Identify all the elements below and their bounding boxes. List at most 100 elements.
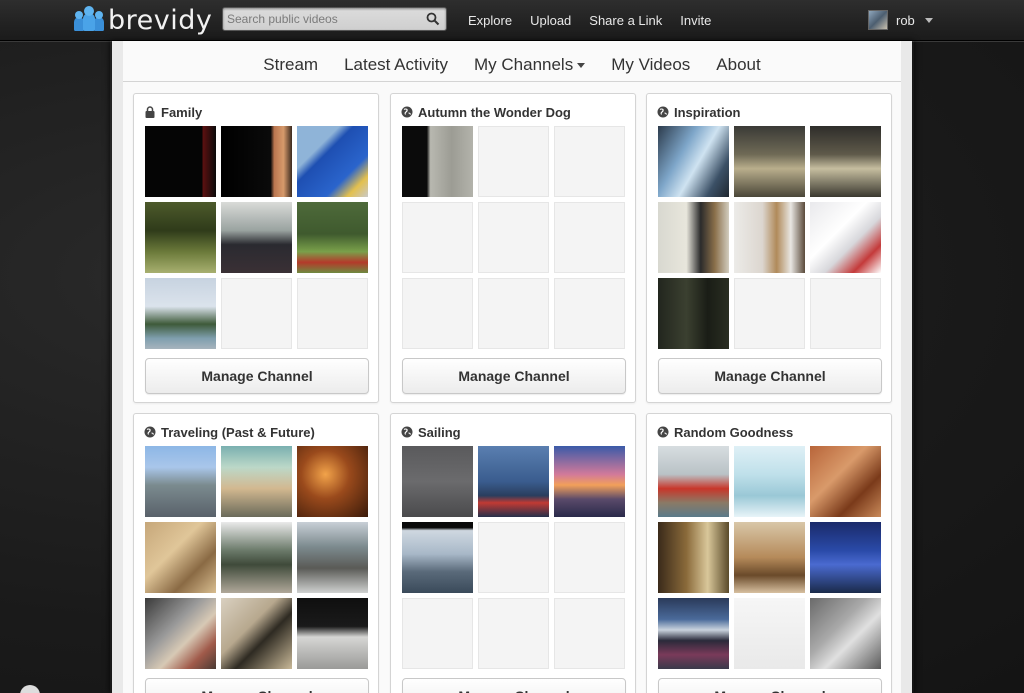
video-thumbnail-grid: [658, 126, 881, 349]
search-input[interactable]: [227, 10, 419, 28]
video-thumbnail[interactable]: [734, 202, 805, 273]
channel-title-label: Family: [161, 104, 203, 120]
video-thumbnail[interactable]: [810, 202, 881, 273]
video-thumbnail[interactable]: [297, 446, 368, 517]
nav-invite[interactable]: Invite: [680, 13, 711, 28]
video-thumbnail[interactable]: [734, 446, 805, 517]
video-thumbnail[interactable]: [658, 126, 729, 197]
empty-thumbnail-slot: [554, 522, 625, 593]
channel-title[interactable]: Inspiration: [657, 104, 740, 120]
tab-my-channels[interactable]: My Channels: [474, 54, 586, 75]
globe-icon: [401, 426, 413, 438]
channel-title[interactable]: Sailing: [401, 424, 461, 440]
chevron-down-icon: [924, 17, 933, 23]
video-thumbnail[interactable]: [734, 126, 805, 197]
video-thumbnail[interactable]: [734, 522, 805, 593]
video-thumbnail[interactable]: [297, 522, 368, 593]
brand-name: brevidy: [108, 4, 213, 36]
video-thumbnail[interactable]: [658, 202, 729, 273]
video-thumbnail[interactable]: [658, 278, 729, 349]
empty-thumbnail-slot: [810, 278, 881, 349]
video-thumbnail[interactable]: [145, 522, 216, 593]
video-thumbnail[interactable]: [554, 446, 625, 517]
tab-latest-activity[interactable]: Latest Activity: [344, 55, 448, 75]
user-menu[interactable]: rob: [868, 10, 933, 30]
tab-about[interactable]: About: [716, 55, 760, 75]
channel-card: Random Goodness Manage Channel: [646, 413, 892, 693]
lock-icon: [145, 106, 155, 118]
manage-channel-button[interactable]: Manage Channel: [658, 358, 882, 394]
empty-thumbnail-slot: [478, 278, 549, 349]
video-thumbnail[interactable]: [297, 598, 368, 669]
video-thumbnail[interactable]: [221, 598, 292, 669]
video-thumbnail[interactable]: [402, 522, 473, 593]
channel-title[interactable]: Family: [144, 104, 202, 120]
video-thumbnail[interactable]: [221, 202, 292, 273]
video-thumbnail-grid: [402, 126, 625, 349]
video-thumbnail[interactable]: [402, 446, 473, 517]
video-thumbnail[interactable]: [297, 126, 368, 197]
empty-thumbnail-slot: [402, 598, 473, 669]
nav-explore[interactable]: Explore: [468, 13, 512, 28]
video-thumbnail[interactable]: [145, 126, 216, 197]
video-thumbnail[interactable]: [810, 598, 881, 669]
video-thumbnail[interactable]: [145, 446, 216, 517]
video-thumbnail[interactable]: [145, 278, 216, 349]
video-thumbnail[interactable]: [145, 202, 216, 273]
empty-thumbnail-slot: [478, 522, 549, 593]
avatar: [868, 10, 888, 30]
video-thumbnail-grid: [145, 126, 368, 349]
manage-channel-button[interactable]: Manage Channel: [658, 678, 882, 693]
manage-channel-button[interactable]: Manage Channel: [402, 678, 626, 693]
search-box: [222, 7, 447, 31]
manage-channel-button[interactable]: Manage Channel: [402, 358, 626, 394]
channel-card: Traveling (Past & Future) Manage Channel: [133, 413, 379, 693]
video-thumbnail[interactable]: [658, 598, 729, 669]
nav-upload[interactable]: Upload: [530, 13, 571, 28]
tab-label: About: [716, 54, 761, 74]
video-thumbnail-grid: [658, 446, 881, 669]
video-thumbnail[interactable]: [221, 126, 292, 197]
channel-title[interactable]: Random Goodness: [657, 424, 793, 440]
channel-card: Autumn the Wonder Dog Manage Channel: [390, 93, 636, 403]
search-icon[interactable]: [426, 12, 440, 26]
video-thumbnail[interactable]: [658, 522, 729, 593]
channel-title[interactable]: Autumn the Wonder Dog: [401, 104, 571, 120]
top-nav: Explore Upload Share a Link Invite: [468, 0, 729, 40]
empty-thumbnail-slot: [478, 202, 549, 273]
channel-title-label: Autumn the Wonder Dog: [418, 104, 571, 120]
nav-share-a-link[interactable]: Share a Link: [589, 13, 662, 28]
video-thumbnail[interactable]: [478, 446, 549, 517]
video-thumbnail-grid: [402, 446, 625, 669]
video-thumbnail[interactable]: [658, 446, 729, 517]
video-thumbnail[interactable]: [402, 126, 473, 197]
help-icon[interactable]: [20, 685, 40, 693]
empty-thumbnail-slot: [554, 598, 625, 669]
people-icon: [74, 6, 104, 31]
manage-channel-button[interactable]: Manage Channel: [145, 358, 369, 394]
user-name: rob: [896, 12, 915, 28]
tab-label: My Channels: [474, 54, 574, 74]
channel-title-label: Random Goodness: [674, 424, 794, 440]
channel-title-label: Sailing: [418, 424, 461, 440]
brand-logo[interactable]: brevidy: [74, 3, 212, 37]
channel-title[interactable]: Traveling (Past & Future): [144, 424, 315, 440]
empty-thumbnail-slot: [478, 598, 549, 669]
tab-stream[interactable]: Stream: [263, 55, 318, 75]
video-thumbnail[interactable]: [145, 598, 216, 669]
video-thumbnail[interactable]: [734, 598, 805, 669]
video-thumbnail[interactable]: [297, 202, 368, 273]
tab-my-videos[interactable]: My Videos: [611, 55, 690, 75]
manage-channel-button[interactable]: Manage Channel: [145, 678, 369, 693]
chevron-down-icon: [577, 62, 586, 68]
video-thumbnail[interactable]: [810, 446, 881, 517]
empty-thumbnail-slot: [297, 278, 368, 349]
video-thumbnail[interactable]: [221, 522, 292, 593]
empty-thumbnail-slot: [554, 202, 625, 273]
video-thumbnail[interactable]: [810, 126, 881, 197]
empty-thumbnail-slot: [478, 126, 549, 197]
empty-thumbnail-slot: [221, 278, 292, 349]
video-thumbnail[interactable]: [221, 446, 292, 517]
sub-nav: Stream Latest Activity My Channels My Vi…: [123, 48, 901, 82]
video-thumbnail[interactable]: [810, 522, 881, 593]
